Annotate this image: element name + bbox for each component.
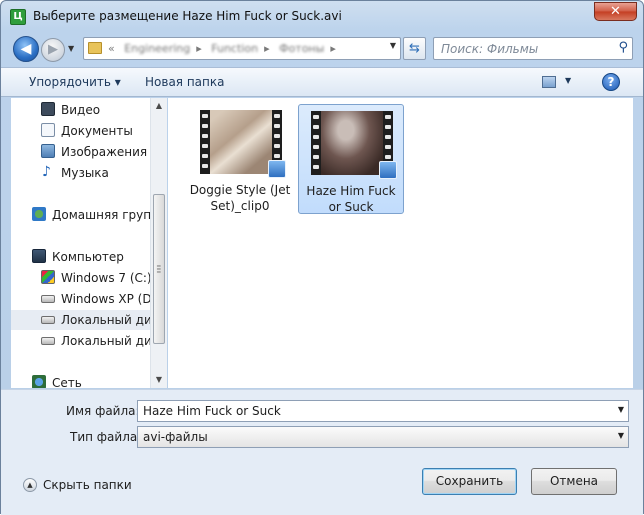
sidebar-item-video[interactable]: Видео xyxy=(11,100,151,120)
title-bar: Ц Выберите размещение Haze Him Fuck or S… xyxy=(1,1,643,31)
app-icon: Ц xyxy=(10,9,26,25)
sidebar-item-documents[interactable]: Документы xyxy=(11,121,151,141)
sidebar-item-label: Локальный диск xyxy=(61,313,151,327)
hide-folders-label: Скрыть папки xyxy=(43,478,132,492)
refresh-icon: ⇆ xyxy=(409,41,420,56)
sidebar-item-label: Компьютер xyxy=(52,250,124,264)
file-name: Haze Him Fuck or Suck xyxy=(306,184,396,214)
media-player-icon xyxy=(268,160,286,178)
file-item-selected[interactable]: Haze Him Fuck or Suck xyxy=(298,104,404,214)
video-frame xyxy=(210,110,272,174)
video-frame xyxy=(321,111,383,175)
computer-icon xyxy=(32,249,46,263)
grip-icon: ━ ━ ━ xyxy=(157,263,161,276)
media-player-icon xyxy=(379,161,397,179)
sidebar-item-label: Домашняя группа xyxy=(52,208,151,222)
scroll-up-icon[interactable]: ▲ xyxy=(151,98,167,114)
breadcrumb-item[interactable]: Engineering xyxy=(124,42,190,55)
help-icon[interactable]: ? xyxy=(602,73,620,91)
sidebar-item-pictures[interactable]: Изображения xyxy=(11,142,151,162)
sidebar-item-label: Windows 7 (C:) xyxy=(61,271,151,285)
sidebar-item-label: Сеть xyxy=(52,376,82,388)
forward-button[interactable]: ▶ xyxy=(41,38,65,62)
scroll-down-icon[interactable]: ▼ xyxy=(151,372,167,388)
video-thumbnail xyxy=(311,111,397,179)
chevron-down-icon[interactable]: ▼ xyxy=(618,431,624,440)
music-icon: ♪ xyxy=(42,164,51,180)
filetype-value: avi-файлы xyxy=(143,430,208,444)
sidebar-item-label: Видео xyxy=(61,103,101,117)
folder-icon xyxy=(88,42,102,54)
search-placeholder: Поиск: Фильмы xyxy=(441,42,539,56)
close-button[interactable]: ✕ xyxy=(594,2,637,21)
windows-drive-icon xyxy=(41,270,55,284)
chevron-down-icon[interactable]: ▼ xyxy=(390,41,396,50)
cancel-button[interactable]: Отмена xyxy=(531,468,617,495)
homegroup-icon xyxy=(32,207,46,221)
network-icon xyxy=(32,375,46,388)
sidebar-item-music[interactable]: ♪ Музыка xyxy=(11,163,151,183)
film-strip xyxy=(311,111,321,175)
navigation-pane: Видео Документы Изображения ♪ Музыка Дом… xyxy=(11,98,167,388)
command-toolbar: Упорядочить ▾ Новая папка ▼ ? xyxy=(1,67,643,97)
window-title: Выберите размещение Haze Him Fuck or Suc… xyxy=(33,9,342,23)
new-folder-button[interactable]: Новая папка xyxy=(145,75,224,89)
sidebar-item-local-disk[interactable]: Локальный диск xyxy=(11,310,151,330)
save-button[interactable]: Сохранить xyxy=(422,468,517,495)
sidebar-item-label: Музыка xyxy=(61,166,109,180)
chevron-down-icon[interactable]: ▼ xyxy=(618,405,624,414)
sidebar-item-label: Документы xyxy=(61,124,133,138)
navigation-scrollbar[interactable]: ▲ ━ ━ ━ ▼ xyxy=(150,98,167,388)
filetype-select[interactable]: avi-файлы ▼ xyxy=(137,426,629,448)
sidebar-item-drive-d[interactable]: Windows XP (D:) xyxy=(11,289,151,309)
sidebar-item-label: Windows XP (D:) xyxy=(61,292,151,306)
pictures-icon xyxy=(41,144,55,158)
sidebar-item-computer[interactable]: Компьютер xyxy=(11,247,151,267)
scrollbar-thumb[interactable]: ━ ━ ━ xyxy=(153,194,165,344)
search-input[interactable]: Поиск: Фильмы ⚲ xyxy=(433,37,633,60)
filename-label: Имя файла: xyxy=(66,404,140,418)
dialog-footer: Имя файла: Haze Him Fuck or Suck ▼ Тип ф… xyxy=(1,389,643,515)
file-list: Doggie Style (Jet Set)_clip0 Haze Him Fuc… xyxy=(168,98,633,388)
filetype-label: Тип файла: xyxy=(70,430,142,444)
sidebar-item-network[interactable]: Сеть xyxy=(11,373,151,388)
back-button[interactable]: ◀ xyxy=(13,36,39,62)
sidebar-item-homegroup[interactable]: Домашняя группа xyxy=(11,205,151,225)
search-icon[interactable]: ⚲ xyxy=(618,40,628,55)
sidebar-item-drive-c[interactable]: Windows 7 (C:) xyxy=(11,268,151,288)
filename-value: Haze Him Fuck or Suck xyxy=(143,404,281,418)
drive-icon xyxy=(41,316,55,324)
filename-field[interactable]: Haze Him Fuck or Suck ▼ xyxy=(137,400,629,422)
breadcrumb-item[interactable]: Function xyxy=(211,42,258,55)
file-item[interactable]: Doggie Style (Jet Set)_clip0 xyxy=(188,104,294,214)
sidebar-item-label: Изображения xyxy=(61,145,148,159)
sidebar-item-local-disk-2[interactable]: Локальный диск xyxy=(11,331,151,351)
address-bar[interactable]: « Engineering ▸ Function ▸ Фотоны ▸ ▼ xyxy=(83,37,401,60)
video-thumbnail xyxy=(200,110,286,178)
breadcrumb: « Engineering ▸ Function ▸ Фотоны ▸ xyxy=(108,42,336,55)
refresh-button[interactable]: ⇆ xyxy=(403,37,426,60)
documents-icon xyxy=(41,123,55,137)
film-strip xyxy=(200,110,210,174)
navigation-bar: ◀ ▶ ▼ « Engineering ▸ Function ▸ Фотоны ▸ ▼… xyxy=(1,31,643,65)
recent-pages-dropdown-icon[interactable]: ▼ xyxy=(68,42,78,56)
breadcrumb-prefix: « xyxy=(108,42,115,55)
change-view-icon[interactable] xyxy=(542,76,556,88)
save-dialog-window: Ц Выберите размещение Haze Him Fuck or S… xyxy=(0,0,644,515)
drive-icon xyxy=(41,295,55,303)
drive-icon xyxy=(41,337,55,345)
file-name: Doggie Style (Jet Set)_clip0 xyxy=(189,183,291,213)
organize-button[interactable]: Упорядочить ▾ xyxy=(29,75,121,89)
video-icon xyxy=(41,102,55,116)
collapse-icon: ▲ xyxy=(23,478,37,492)
chevron-down-icon[interactable]: ▼ xyxy=(565,76,571,85)
sidebar-item-label: Локальный диск xyxy=(61,334,151,348)
breadcrumb-item[interactable]: Фотоны xyxy=(279,42,324,55)
